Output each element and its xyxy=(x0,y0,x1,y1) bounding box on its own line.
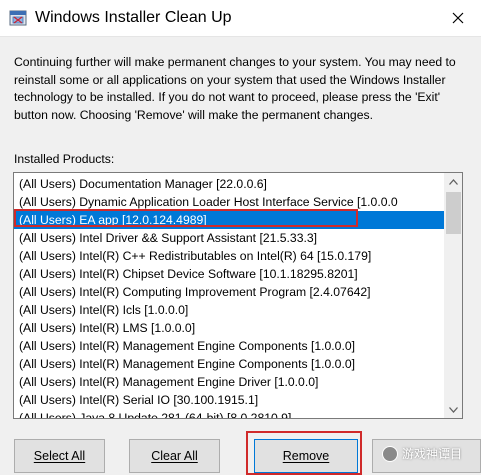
watermark: 游戏神谭目 xyxy=(382,445,462,462)
list-item[interactable]: (All Users) Intel(R) Management Engine C… xyxy=(14,355,445,373)
installer-icon xyxy=(9,10,27,26)
warning-message: Continuing further will make permanent c… xyxy=(14,55,456,122)
installed-products-label: Installed Products: xyxy=(14,152,115,166)
scroll-down-button[interactable] xyxy=(445,401,462,418)
chevron-up-icon xyxy=(449,178,458,185)
scroll-thumb[interactable] xyxy=(446,192,461,234)
title-bar: Windows Installer Clean Up xyxy=(0,0,481,37)
list-item[interactable]: (All Users) Documentation Manager [22.0.… xyxy=(14,175,445,193)
select-all-label: Select All xyxy=(33,449,86,463)
list-items: (All Users) Documentation Manager [22.0.… xyxy=(14,175,445,418)
list-item[interactable]: (All Users) Intel(R) Icls [1.0.0.0] xyxy=(14,301,445,319)
remove-button[interactable]: Remove xyxy=(254,439,358,473)
installed-products-list[interactable]: (All Users) Documentation Manager [22.0.… xyxy=(13,172,463,419)
list-item[interactable]: (All Users) Intel(R) Serial IO [30.100.1… xyxy=(14,391,445,409)
window-title: Windows Installer Clean Up xyxy=(35,9,232,26)
watermark-text: 游戏神谭目 xyxy=(402,447,463,461)
clear-all-label: Clear All xyxy=(151,449,198,463)
list-item[interactable]: (All Users) Dynamic Application Loader H… xyxy=(14,193,445,211)
list-item[interactable]: (All Users) Java 8 Update 281 (64-bit) [… xyxy=(14,409,445,418)
select-all-button[interactable]: Select All xyxy=(14,439,105,473)
list-item[interactable]: (All Users) Intel(R) Management Engine C… xyxy=(14,337,445,355)
list-item[interactable]: (All Users) Intel(R) LMS [1.0.0.0] xyxy=(14,319,445,337)
list-item[interactable]: (All Users) Intel(R) Computing Improveme… xyxy=(14,283,445,301)
clear-all-button[interactable]: Clear All xyxy=(129,439,220,473)
close-icon xyxy=(452,12,464,24)
chevron-down-icon xyxy=(449,406,458,413)
list-item[interactable]: (All Users) Intel(R) Chipset Device Soft… xyxy=(14,265,445,283)
remove-label: Remove xyxy=(282,449,330,463)
list-item[interactable]: (All Users) EA app [12.0.124.4989] xyxy=(14,211,445,229)
close-button[interactable] xyxy=(435,0,481,36)
vertical-scrollbar[interactable] xyxy=(444,173,462,418)
scroll-up-button[interactable] xyxy=(445,173,462,190)
list-item[interactable]: (All Users) Intel(R) C++ Redistributable… xyxy=(14,247,445,265)
watermark-logo-icon xyxy=(382,445,398,462)
list-item[interactable]: (All Users) Intel Driver && Support Assi… xyxy=(14,229,445,247)
list-item[interactable]: (All Users) Intel(R) Management Engine D… xyxy=(14,373,445,391)
